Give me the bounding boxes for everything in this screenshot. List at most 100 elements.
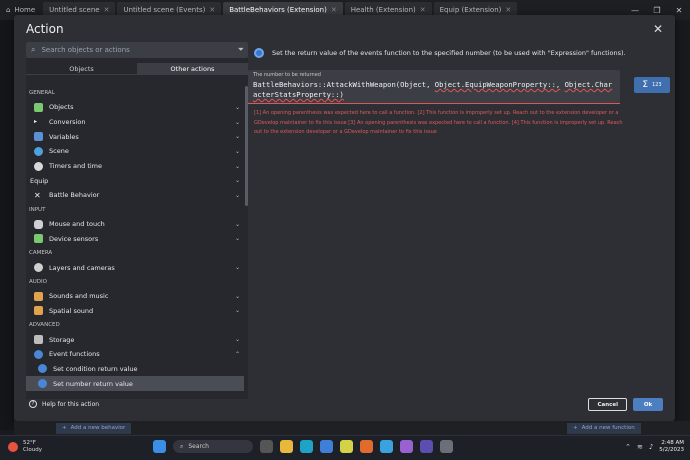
clock[interactable]: 2:48 AM 5/2/2023	[659, 440, 684, 454]
taskbar-search[interactable]: ⌕ Search	[173, 440, 253, 453]
help-icon: ?	[29, 400, 37, 408]
expression-builder-button[interactable]: Σ 123	[634, 77, 670, 93]
chevron-down-icon: ⌄	[234, 118, 240, 126]
sigma-icon: Σ	[642, 80, 649, 90]
app-icon[interactable]	[340, 440, 353, 453]
close-icon[interactable]: ✕	[420, 6, 426, 14]
list-item-set-number-return[interactable]: Set number return value	[26, 376, 244, 391]
section-input: INPUT	[29, 206, 46, 213]
list-item-scene[interactable]: Scene ⌄	[26, 144, 244, 159]
gear-icon	[38, 364, 47, 374]
action-parameters-panel: Set the return value of the events funct…	[248, 42, 670, 399]
help-link[interactable]: ? Help for this action	[29, 400, 99, 408]
list-item-layers-cameras[interactable]: Layers and cameras ⌄	[26, 260, 244, 275]
gdevelop-icon[interactable]	[420, 440, 433, 453]
weather-icon	[8, 442, 18, 452]
gear-icon	[254, 48, 264, 58]
chevron-down-icon: ⌄	[234, 264, 240, 272]
search-input[interactable]	[41, 46, 212, 54]
list-item-objects[interactable]: Objects ⌄	[26, 100, 244, 115]
action-description: Set the return value of the events funct…	[254, 48, 626, 58]
crossed-swords-icon: ✕	[34, 190, 41, 200]
chevron-down-icon: ⌄	[234, 191, 240, 199]
close-icon[interactable]: ✕	[209, 6, 215, 14]
close-icon[interactable]: ✕	[653, 22, 663, 36]
search-bar: ⌕ ⏷	[26, 42, 248, 58]
app-icon[interactable]	[400, 440, 413, 453]
firefox-icon[interactable]	[360, 440, 373, 453]
ok-button[interactable]: Ok	[633, 398, 663, 411]
list-item-battle-behavior[interactable]: ✕ Battle Behavior ⌄	[26, 188, 244, 203]
folder-icon[interactable]	[280, 440, 293, 453]
list-item-device-sensors[interactable]: Device sensors ⌄	[26, 232, 244, 247]
windows-taskbar: 52°F Cloudy ⌕ Search ⌃ ≋ ♪ 2:48 AM 5/2/2023	[0, 435, 690, 460]
windows-start-icon[interactable]	[153, 440, 166, 453]
section-camera: CAMERA	[29, 250, 53, 257]
taskbar-apps: ⌕ Search	[153, 440, 453, 453]
speaker-icon	[34, 306, 43, 316]
search-icon: ⌕	[180, 442, 184, 450]
cancel-button[interactable]: Cancel	[588, 398, 627, 411]
list-item-mouse-touch[interactable]: Mouse and touch ⌄	[26, 217, 244, 232]
action-dialog: Action ✕ ⌕ ⏷ Objects Other actions GENER…	[14, 15, 675, 421]
chevron-down-icon: ⌄	[234, 235, 240, 243]
app-icon[interactable]	[440, 440, 453, 453]
list-item-conversion[interactable]: ▸ Conversion ⌄	[26, 115, 244, 130]
camera-icon	[34, 263, 43, 273]
chevron-down-icon: ⌄	[234, 103, 240, 111]
list-item-set-condition-return[interactable]: Set condition return value	[26, 362, 244, 377]
play-icon: ▸	[34, 117, 38, 125]
task-view-icon[interactable]	[260, 440, 273, 453]
volume-icon[interactable]: ♪	[649, 443, 653, 451]
chevron-up-icon[interactable]: ⌃	[625, 443, 631, 451]
expression-field[interactable]: The number to be returned BattleBehavior…	[248, 70, 620, 104]
field-label: The number to be returned	[253, 72, 321, 78]
close-icon[interactable]: ✕	[331, 6, 337, 14]
tab-objects[interactable]: Objects	[26, 63, 137, 75]
tab-other-actions[interactable]: Other actions	[137, 63, 248, 75]
search-icon: ⌕	[31, 45, 36, 54]
list-item-variables[interactable]: Variables ⌄	[26, 129, 244, 144]
mouse-icon	[34, 219, 43, 229]
chevron-down-icon: ⌄	[234, 292, 240, 300]
chevron-down-icon: ⌄	[234, 177, 240, 185]
action-category-list: GENERAL Objects ⌄ ▸ Conversion ⌄ Variables ⌄…	[26, 86, 244, 391]
weather-widget[interactable]: 52°F Cloudy	[8, 440, 42, 454]
chevron-up-icon: ⌃	[234, 350, 240, 358]
list-item-storage[interactable]: Storage ⌄	[26, 332, 244, 347]
chevron-down-icon: ⌄	[234, 220, 240, 228]
chevron-down-icon: ⌄	[234, 336, 240, 344]
list-item-sounds-music[interactable]: Sounds and music ⌄	[26, 289, 244, 304]
objects-icon	[34, 102, 43, 112]
chevron-down-icon: ⌄	[234, 133, 240, 141]
wifi-icon[interactable]: ≋	[637, 443, 643, 451]
chevron-down-icon: ⌄	[234, 307, 240, 315]
storage-icon	[34, 335, 43, 345]
chevron-down-icon: ⌄	[234, 147, 240, 155]
behavior-bar: + Add a new behavior + Add a new function	[14, 421, 690, 435]
close-icon[interactable]: ✕	[505, 6, 511, 14]
edge-icon[interactable]	[300, 440, 313, 453]
scene-icon	[34, 146, 43, 156]
system-tray: ⌃ ≋ ♪ 2:48 AM 5/2/2023	[625, 440, 684, 454]
list-item-spatial-sound[interactable]: Spatial sound ⌄	[26, 304, 244, 319]
variables-icon	[34, 132, 43, 142]
list-item-equip[interactable]: Equip ⌄	[26, 173, 244, 188]
section-audio: AUDIO	[29, 278, 47, 285]
dialog-actions: Cancel Ok	[588, 398, 663, 411]
music-icon	[34, 291, 43, 301]
close-icon[interactable]: ✕	[104, 6, 110, 14]
gear-icon	[34, 349, 43, 359]
sensor-icon	[34, 234, 43, 244]
gear-icon	[38, 379, 47, 389]
add-behavior-button[interactable]: + Add a new behavior	[56, 422, 132, 434]
app-icon[interactable]	[380, 440, 393, 453]
add-function-button[interactable]: + Add a new function	[567, 422, 641, 434]
dialog-title: Action	[26, 22, 64, 36]
section-advanced: ADVANCED	[29, 322, 60, 329]
filter-icon[interactable]: ⏷	[238, 45, 244, 55]
list-item-timers[interactable]: Timers and time ⌄	[26, 159, 244, 174]
list-item-event-functions[interactable]: Event functions ⌃	[26, 347, 244, 362]
photos-icon[interactable]	[320, 440, 333, 453]
expression-input[interactable]: BattleBehaviors::AttackWithWeapon(Object…	[253, 80, 613, 100]
